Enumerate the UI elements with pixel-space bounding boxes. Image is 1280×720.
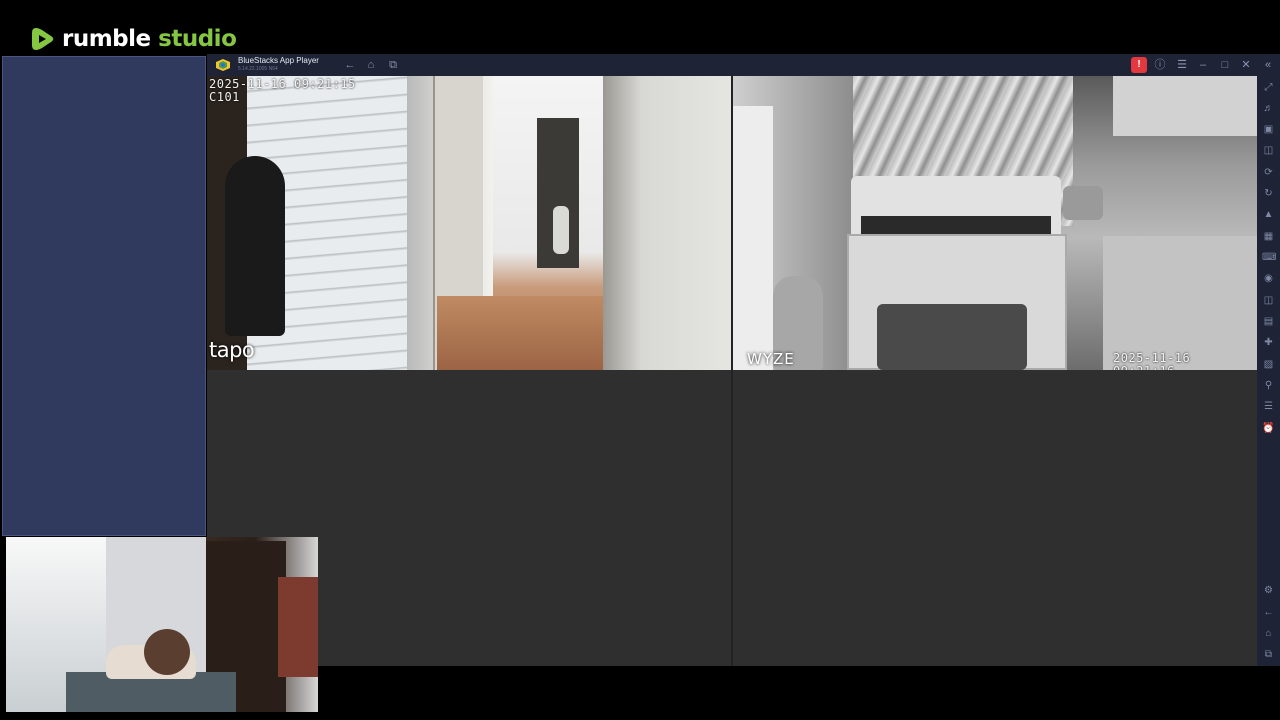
macro-icon[interactable]: ▦ (1262, 230, 1275, 243)
multi-instance-icon[interactable]: ⧉ (386, 58, 400, 72)
brand-name-rumble: rumble (62, 26, 151, 52)
rumble-studio-logo: rumble studio (30, 24, 237, 54)
scene-pot (1063, 186, 1103, 220)
volume-icon[interactable]: ♬ (1262, 102, 1275, 115)
brand-name: rumble studio (62, 25, 237, 53)
scene-lower-cabinets (1103, 236, 1257, 370)
screenshot-icon[interactable]: ◫ (1262, 144, 1275, 157)
scene-oven-window (877, 304, 1027, 370)
scene-burners (861, 216, 1051, 234)
notification-alert-button[interactable]: ! (1131, 57, 1147, 73)
bluestacks-logo-icon (216, 59, 230, 71)
back-nav-icon[interactable]: ← (1262, 606, 1275, 619)
fullscreen-icon[interactable]: ⤢ (1262, 81, 1275, 94)
shake-icon[interactable]: ▧ (1262, 358, 1275, 371)
rumble-play-icon (32, 28, 54, 50)
camera-feed-hallway[interactable]: 2025-11-16 09:21:15 C101 tapo (207, 76, 731, 370)
empty-camera-slot[interactable] (733, 372, 1257, 666)
camera-feed-kitchen[interactable]: WYZE 2025-11-16 09:21:16 (733, 76, 1257, 370)
scene-right-wall (603, 76, 731, 370)
home-icon[interactable]: ⌂ (364, 58, 378, 72)
bluestacks-titlebar: BlueStacks App Player 5.14.22.1005 N64 ←… (207, 54, 1280, 76)
bluestacks-window: BlueStacks App Player 5.14.22.1005 N64 ←… (207, 54, 1280, 666)
keymapping-icon[interactable]: ⌨ (1262, 251, 1276, 264)
recent-apps-icon[interactable]: ⧉ (1262, 648, 1275, 661)
location-icon[interactable]: ⚲ (1262, 379, 1275, 392)
back-icon[interactable]: ← (343, 58, 357, 72)
game-controls-icon[interactable]: ✚ (1262, 336, 1275, 349)
sync-icon[interactable]: ↻ (1262, 187, 1275, 200)
scene-fridge (733, 106, 773, 370)
camera-brand-watermark: tapo (209, 338, 255, 362)
rotate-icon[interactable]: ⟳ (1262, 166, 1275, 179)
close-icon[interactable]: ✕ (1239, 58, 1253, 72)
install-apk-icon[interactable]: ▲ (1262, 208, 1275, 221)
home-nav-icon[interactable]: ⌂ (1262, 627, 1275, 640)
minimize-icon[interactable]: – (1196, 58, 1210, 72)
menu-icon[interactable]: ☰ (1175, 58, 1189, 72)
camera-id: C101 (209, 90, 240, 104)
update-icon[interactable]: ⏰ (1262, 422, 1275, 435)
app-content-area: 2025-11-16 09:21:15 C101 tapo WYZE 2025-… (207, 76, 1257, 666)
bluestacks-sidebar: ⤢ ♬ ▣ ◫ ⟳ ↻ ▲ ▦ ⌨ ◉ ◫ ▤ ✚ ▧ ⚲ ☰ ⏰ ⚙ ← ⌂ … (1257, 76, 1280, 666)
window-version: 5.14.22.1005 N64 (238, 66, 278, 72)
webcam-shelf (278, 577, 318, 677)
webcam-overlay (6, 537, 318, 712)
scene-coats (225, 156, 285, 336)
window-title: BlueStacks App Player (238, 56, 319, 65)
settings-icon[interactable]: ⚙ (1262, 584, 1275, 597)
maximize-icon[interactable]: □ (1218, 58, 1232, 72)
scene-upper-cabinets (1113, 76, 1257, 136)
studio-side-panel (2, 56, 206, 536)
multi-instance-sync-icon[interactable]: ▤ (1262, 315, 1275, 328)
collapse-sidebar-icon[interactable]: « (1261, 58, 1275, 72)
scene-toilet (553, 206, 569, 254)
camera-brand-watermark: WYZE (747, 350, 795, 368)
layers-icon[interactable]: ☰ (1262, 400, 1275, 413)
record-icon[interactable]: ◉ (1262, 272, 1275, 285)
webcam-person (144, 629, 190, 675)
eco-mode-icon[interactable]: ◫ (1262, 294, 1275, 307)
camera-timestamp: 2025-11-16 09:21:16 (1113, 351, 1191, 371)
brand-name-studio: studio (158, 26, 237, 52)
help-icon[interactable]: ⓘ (1153, 58, 1167, 72)
media-manager-icon[interactable]: ▣ (1262, 123, 1275, 136)
scene-floor (437, 296, 617, 370)
